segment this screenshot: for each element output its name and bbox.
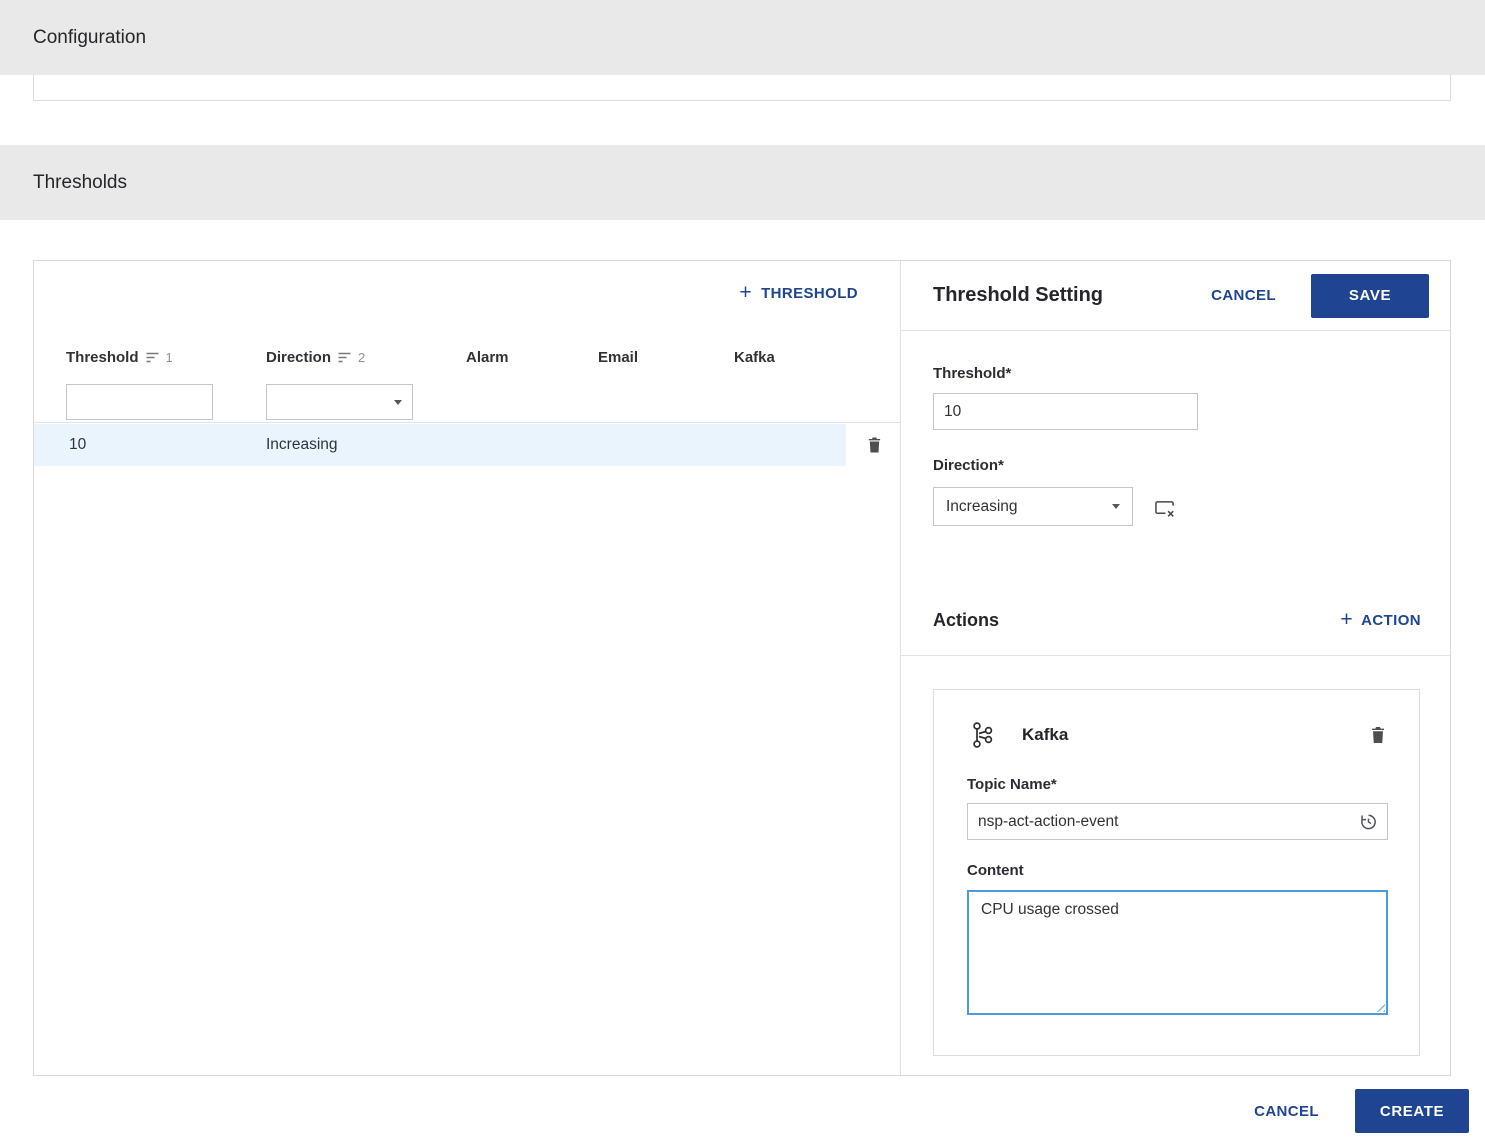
kafka-action-card: Kafka Topic Name* nsp-act-action-event C… bbox=[933, 689, 1420, 1056]
footer-cancel-button[interactable]: CANCEL bbox=[1254, 1103, 1319, 1120]
kafka-card-header: Kafka bbox=[934, 712, 1419, 758]
direction-field-label: Direction* bbox=[933, 457, 1004, 474]
kafka-card-title: Kafka bbox=[1022, 725, 1069, 744]
sort-order-badge: 2 bbox=[358, 349, 366, 365]
save-button[interactable]: SAVE bbox=[1311, 273, 1429, 318]
direction-select-value: Increasing bbox=[946, 497, 1018, 515]
column-label: Alarm bbox=[466, 348, 509, 366]
content-field: CPU usage crossed bbox=[967, 890, 1388, 1015]
page-title: Configuration bbox=[33, 26, 147, 48]
column-header-threshold[interactable]: Threshold 1 bbox=[66, 337, 173, 377]
trash-icon bbox=[868, 437, 881, 453]
column-header-kafka[interactable]: Kafka bbox=[734, 337, 775, 377]
add-threshold-label: THRESHOLD bbox=[761, 285, 858, 302]
table-header-row: Threshold 1 Direction 2 Alarm Email Kafk… bbox=[34, 337, 900, 377]
content-textarea[interactable]: CPU usage crossed bbox=[967, 890, 1388, 1015]
column-label: Threshold bbox=[66, 348, 139, 366]
cell-threshold: 10 bbox=[69, 436, 87, 453]
topic-name-input[interactable] bbox=[967, 803, 1388, 840]
threshold-setting-title: Threshold Setting bbox=[933, 284, 1103, 306]
topic-name-label: Topic Name* bbox=[967, 776, 1057, 793]
content-label: Content bbox=[967, 862, 1024, 879]
topic-name-field bbox=[967, 803, 1388, 840]
threshold-field-label: Threshold* bbox=[933, 365, 1012, 382]
add-action-button[interactable]: + ACTION bbox=[1340, 608, 1421, 631]
delete-threshold-button[interactable] bbox=[865, 435, 884, 456]
column-label: Direction bbox=[266, 348, 332, 366]
column-header-email[interactable]: Email bbox=[598, 337, 638, 377]
footer-action-bar: CANCEL CREATE bbox=[0, 1076, 1485, 1146]
sort-icon bbox=[146, 352, 159, 362]
thresholds-section-title: Thresholds bbox=[33, 171, 127, 193]
add-threshold-button[interactable]: + THRESHOLD bbox=[739, 281, 858, 304]
column-header-alarm[interactable]: Alarm bbox=[466, 337, 509, 377]
thresholds-section-bar: Thresholds bbox=[0, 145, 1485, 220]
cell-direction: Increasing bbox=[266, 436, 338, 453]
screen: Total: None Configuration Thresholds + T… bbox=[0, 0, 1485, 1146]
column-label: Email bbox=[598, 348, 639, 366]
plus-icon: + bbox=[739, 281, 753, 304]
sort-order-badge: 1 bbox=[165, 349, 173, 365]
table-row[interactable]: 10 Increasing bbox=[34, 424, 900, 466]
kafka-icon bbox=[973, 722, 993, 748]
threshold-setting-header: Threshold Setting CANCEL SAVE bbox=[901, 261, 1450, 331]
configuration-header-bar: Configuration bbox=[0, 0, 1485, 75]
table-filter-row bbox=[34, 377, 900, 423]
trash-icon bbox=[1372, 727, 1384, 743]
setting-cancel-button[interactable]: CANCEL bbox=[1211, 287, 1276, 304]
clear-selection-icon bbox=[1155, 501, 1174, 517]
sort-icon bbox=[338, 352, 351, 362]
direction-select[interactable]: Increasing bbox=[933, 487, 1133, 526]
threshold-value-input[interactable] bbox=[933, 393, 1198, 430]
topic-history-button[interactable] bbox=[1357, 810, 1380, 833]
selected-row-highlight: 10 Increasing bbox=[34, 424, 846, 466]
history-icon bbox=[1361, 814, 1376, 829]
create-button[interactable]: CREATE bbox=[1355, 1089, 1469, 1133]
thresholds-table-pane: + THRESHOLD Threshold 1 Direction 2 Alar… bbox=[34, 261, 901, 1075]
thresholds-panel: + THRESHOLD Threshold 1 Direction 2 Alar… bbox=[33, 260, 1451, 1076]
chevron-down-icon bbox=[394, 399, 402, 405]
column-header-direction[interactable]: Direction 2 bbox=[266, 337, 365, 377]
plus-icon: + bbox=[1340, 608, 1354, 631]
actions-header: Actions + ACTION bbox=[901, 586, 1450, 656]
threshold-setting-pane: Threshold Setting CANCEL SAVE Threshold*… bbox=[901, 261, 1450, 1075]
column-label: Kafka bbox=[734, 348, 775, 366]
add-action-label: ACTION bbox=[1361, 612, 1421, 629]
clear-selection-button[interactable] bbox=[1151, 497, 1178, 520]
threshold-filter-input[interactable] bbox=[66, 384, 213, 420]
actions-title: Actions bbox=[933, 610, 1000, 630]
chevron-down-icon bbox=[1112, 504, 1120, 509]
delete-action-button[interactable] bbox=[1368, 724, 1388, 746]
direction-filter-select[interactable] bbox=[266, 384, 413, 420]
